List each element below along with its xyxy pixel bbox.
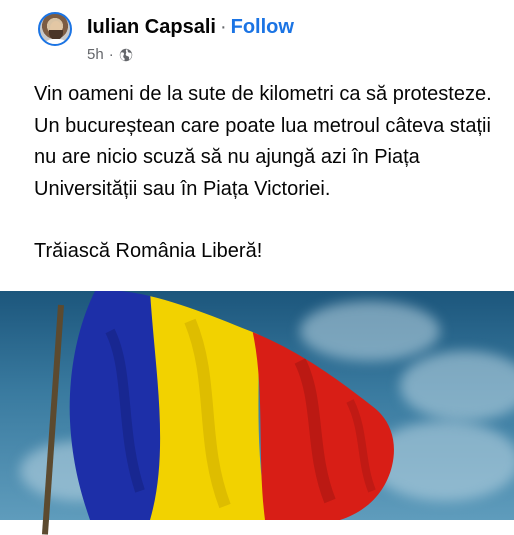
follow-button[interactable]: Follow bbox=[231, 16, 294, 38]
post-paragraph: Trăiască România Liberă! bbox=[34, 240, 263, 262]
author-line: Iulian Capsali · Follow bbox=[87, 16, 294, 39]
author-avatar[interactable] bbox=[38, 12, 72, 46]
post-header: Iulian Capsali · Follow 5h · bbox=[38, 8, 508, 63]
post-meta: 5h · bbox=[87, 46, 133, 63]
post-timestamp[interactable]: 5h bbox=[87, 46, 104, 63]
globe-icon[interactable] bbox=[119, 48, 133, 62]
name-separator: · bbox=[219, 16, 227, 38]
author-name[interactable]: Iulian Capsali bbox=[87, 16, 216, 38]
romanian-flag-image bbox=[69, 291, 394, 520]
post-paragraph: Vin oameni de la sute de kilometri ca să… bbox=[34, 83, 492, 200]
meta-separator: · bbox=[108, 46, 114, 63]
post-text: Vin oameni de la sute de kilometri ca să… bbox=[34, 79, 504, 268]
facebook-post: Iulian Capsali · Follow 5h · Vin oameni de… bbox=[0, 0, 514, 535]
